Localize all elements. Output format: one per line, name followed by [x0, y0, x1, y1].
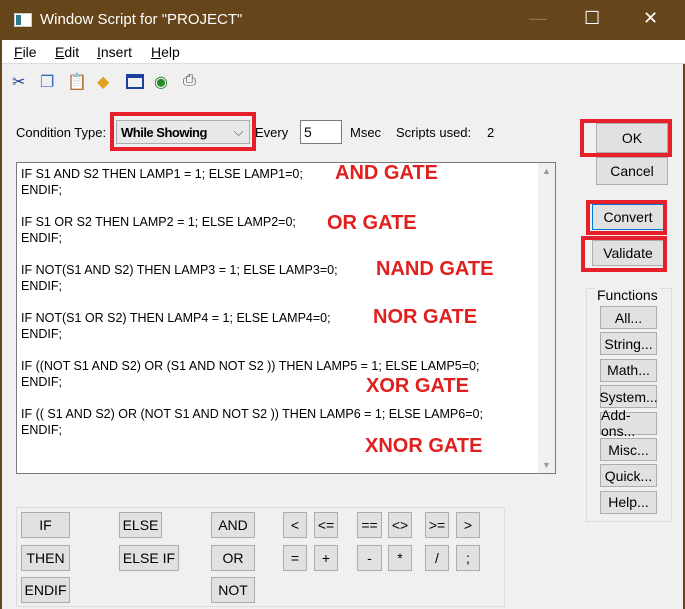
window-icon[interactable] [126, 74, 144, 89]
script-line: IF (( S1 AND S2) OR (NOT S1 AND NOT S2 )… [21, 407, 483, 421]
script-line: IF NOT(S1 AND S2) THEN LAMP3 = 1; ELSE L… [21, 263, 338, 277]
function-button-math[interactable]: Math... [600, 358, 657, 382]
script-line: ENDIF; [21, 279, 62, 293]
keyword-button[interactable]: IF [21, 512, 70, 538]
annotation-xor-gate: XOR GATE [366, 375, 469, 397]
menu-file[interactable]: File [14, 44, 37, 60]
keyword-button[interactable]: AND [211, 512, 255, 538]
function-button-misc[interactable]: Misc... [600, 438, 657, 461]
every-label: Every [255, 125, 289, 140]
keyword-button[interactable]: * [388, 545, 412, 571]
script-line: IF S1 AND S2 THEN LAMP1 = 1; ELSE LAMP1=… [21, 167, 303, 181]
menu-help[interactable]: Help [151, 44, 180, 60]
script-line: IF NOT(S1 OR S2) THEN LAMP4 = 1; ELSE LA… [21, 311, 331, 325]
function-button-all[interactable]: All... [600, 306, 657, 329]
keyword-button[interactable]: >= [425, 512, 449, 538]
highlight-box [580, 119, 672, 157]
condition-type-label: Condition Type: [16, 125, 107, 140]
functions-label: Functions [595, 287, 660, 303]
function-button-quick[interactable]: Quick... [600, 464, 657, 488]
annotation-xnor-gate: XNOR GATE [365, 435, 483, 457]
keyword-button[interactable]: OR [211, 545, 255, 571]
keyword-button[interactable]: > [456, 512, 480, 538]
keyword-button[interactable]: THEN [21, 545, 70, 571]
function-button-system[interactable]: System... [599, 385, 658, 409]
keyword-button[interactable]: + [314, 545, 338, 571]
function-button-help[interactable]: Help... [600, 490, 657, 514]
every-input[interactable]: 5 [300, 120, 342, 144]
app-icon [14, 13, 32, 27]
cut-icon[interactable]: ✂ [12, 72, 25, 92]
keyword-button[interactable]: NOT [211, 577, 255, 603]
keyword-button[interactable]: < [283, 512, 307, 538]
minimize-button[interactable]: — [529, 8, 547, 29]
function-button-string[interactable]: String... [600, 332, 657, 356]
annotation-or-gate: OR GATE [327, 212, 417, 234]
menu-insert[interactable]: Insert [97, 44, 132, 60]
annotation-nor-gate: NOR GATE [373, 306, 478, 328]
function-button-addons[interactable]: Add-ons... [600, 407, 657, 439]
keyword-button[interactable]: ELSE IF [119, 545, 179, 571]
scripts-used-label: Scripts used: [396, 125, 472, 140]
highlight-box [581, 236, 667, 272]
scrollbar[interactable]: ▲ ▼ [538, 163, 555, 473]
keyword-button[interactable]: == [357, 512, 382, 538]
script-line: ENDIF; [21, 183, 62, 197]
keyword-button[interactable]: ELSE [119, 512, 162, 538]
script-line: ENDIF; [21, 231, 62, 245]
menu-edit[interactable]: Edit [55, 44, 79, 60]
keyword-button[interactable]: <> [388, 512, 412, 538]
annotation-nand-gate: NAND GATE [376, 258, 494, 280]
script-line: IF S1 OR S2 THEN LAMP2 = 1; ELSE LAMP2=0… [21, 215, 296, 229]
menu-bar: File Edit Insert Help [2, 40, 685, 64]
highlight-box [110, 112, 256, 151]
script-line: IF ((NOT S1 AND S2) OR (S1 AND NOT S2 ))… [21, 359, 480, 373]
keyword-button[interactable]: ; [456, 545, 480, 571]
copy-icon[interactable]: ❐ [40, 72, 54, 92]
insert-object-icon[interactable]: ◉ [154, 72, 168, 92]
maximize-button[interactable]: ☐ [584, 8, 600, 29]
close-button[interactable]: ✕ [643, 8, 658, 29]
script-line: ENDIF; [21, 327, 62, 341]
script-line: ENDIF; [21, 423, 62, 437]
keyword-button[interactable]: = [283, 545, 307, 571]
annotation-and-gate: AND GATE [335, 162, 438, 184]
cancel-button[interactable]: Cancel [596, 157, 668, 185]
keyword-button[interactable]: ENDIF [21, 577, 70, 603]
title-bar: Window Script for "PROJECT" — ☐ ✕ [2, 0, 685, 40]
msec-label: Msec [350, 125, 382, 140]
window-title: Window Script for "PROJECT" [40, 11, 243, 28]
keyword-button[interactable]: <= [314, 512, 338, 538]
print-icon[interactable]: ⎙ [183, 72, 196, 90]
scroll-down-icon[interactable]: ▼ [542, 460, 551, 470]
tag-icon[interactable]: ◆ [97, 72, 109, 92]
highlight-box [586, 200, 667, 235]
keyword-button[interactable]: / [425, 545, 449, 571]
scroll-up-icon[interactable]: ▲ [542, 166, 551, 176]
keyword-button[interactable]: - [357, 545, 382, 571]
scripts-used-value: 2 [487, 125, 495, 140]
paste-icon[interactable]: 📋 [67, 72, 87, 92]
script-line: ENDIF; [21, 375, 62, 389]
